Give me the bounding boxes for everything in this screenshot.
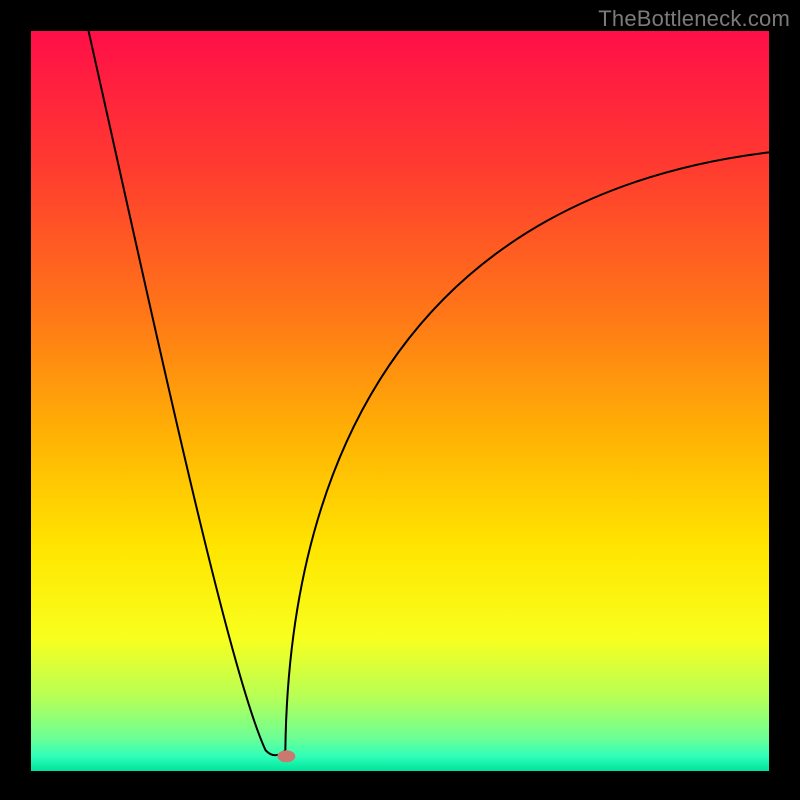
gradient-background bbox=[31, 31, 769, 771]
watermark-text: TheBottleneck.com bbox=[598, 6, 790, 32]
plot-area bbox=[31, 31, 769, 771]
optimum-marker bbox=[277, 750, 295, 762]
chart-frame: TheBottleneck.com bbox=[0, 0, 800, 800]
